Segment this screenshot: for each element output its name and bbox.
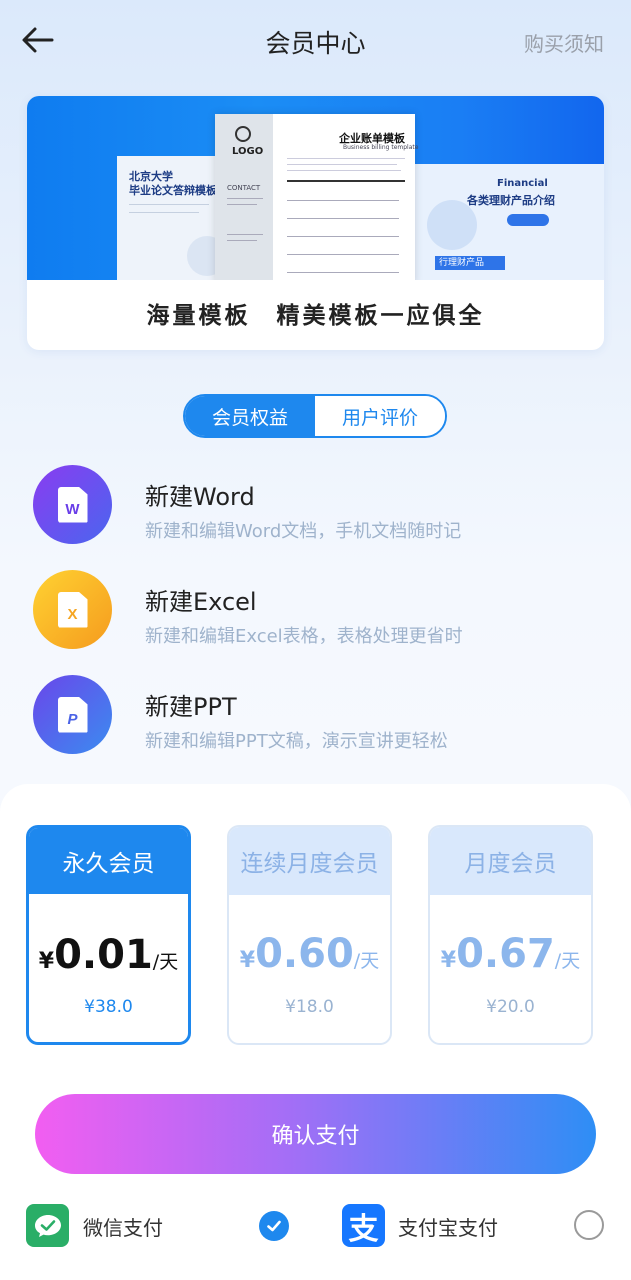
wechat-pay-icon <box>26 1204 69 1247</box>
thumb-text: Financial <box>497 178 548 189</box>
price-amount: 0.01 <box>54 932 153 978</box>
feature-description: 新建和编辑Word文档，手机文档随时记 <box>145 521 462 542</box>
feature-title: 新建Word <box>145 483 255 511</box>
feature-item-excel: X 新建Excel 新建和编辑Excel表格，表格处理更省时 <box>33 570 613 650</box>
plan-price: ¥0.67/天 <box>430 931 591 977</box>
thumb-text: CONTACT <box>227 184 261 192</box>
template-banner[interactable]: 北京大学 毕业论文答辩模板 Financial 各类理财产品介绍 行理财产品 L… <box>27 96 604 350</box>
price-amount: 0.60 <box>255 931 354 977</box>
word-doc-icon: W <box>33 465 112 544</box>
thumb-text: 各类理财产品介绍 <box>467 194 555 207</box>
word-glyph: W <box>57 486 88 523</box>
plan-card-auto-monthly[interactable]: 连续月度会员 ¥0.60/天 ¥18.0 <box>227 825 392 1045</box>
feature-title: 新建PPT <box>145 693 237 721</box>
ppt-glyph: P <box>57 696 88 733</box>
pricing-panel: 永久会员 ¥0.01/天 ¥38.0 连续月度会员 ¥0.60/天 ¥18.0 … <box>0 784 631 1280</box>
thumb-text: Business billing template <box>343 144 419 151</box>
top-bar: 会员中心 购买须知 <box>0 0 631 84</box>
price-unit: /天 <box>353 950 380 972</box>
price-unit: /天 <box>554 950 581 972</box>
feature-description: 新建和编辑Excel表格，表格处理更省时 <box>145 626 463 647</box>
payment-label: 支付宝支付 <box>398 1216 498 1240</box>
currency-symbol: ¥ <box>440 948 457 973</box>
ppt-doc-icon: P <box>33 675 112 754</box>
check-icon <box>267 1220 281 1232</box>
thumb-text: 行理财产品 <box>435 256 505 270</box>
plan-total: ¥38.0 <box>84 997 133 1017</box>
wechat-radio-checked[interactable] <box>259 1211 289 1241</box>
finance-template-thumbnail: Financial 各类理财产品介绍 行理财产品 <box>407 164 604 280</box>
currency-symbol: ¥ <box>239 948 256 973</box>
confirm-payment-button[interactable]: 确认支付 <box>35 1094 596 1174</box>
currency-symbol: ¥ <box>38 949 55 974</box>
banner-caption: 海量模板 精美模板一应俱全 <box>146 303 485 329</box>
banner-image: 北京大学 毕业论文答辩模板 Financial 各类理财产品介绍 行理财产品 L… <box>27 96 604 280</box>
feature-description: 新建和编辑PPT文稿，演示宣讲更轻松 <box>145 731 448 752</box>
plan-name: 月度会员 <box>430 827 591 895</box>
payment-option-wechat[interactable]: 微信支付 <box>26 1204 306 1264</box>
plan-name: 连续月度会员 <box>229 827 390 895</box>
alipay-icon: 支 <box>342 1204 385 1247</box>
plan-name: 永久会员 <box>29 828 188 894</box>
price-unit: /天 <box>152 951 179 973</box>
alipay-radio-unchecked[interactable] <box>574 1210 604 1240</box>
plan-total: ¥20.0 <box>486 997 535 1017</box>
feature-title: 新建Excel <box>145 588 257 616</box>
plan-card-lifetime[interactable]: 永久会员 ¥0.01/天 ¥38.0 <box>26 825 191 1045</box>
feature-item-ppt: P 新建PPT 新建和编辑PPT文稿，演示宣讲更轻松 <box>33 675 613 755</box>
plan-total: ¥18.0 <box>285 997 334 1017</box>
plan-price: ¥0.60/天 <box>229 931 390 977</box>
tab-user-reviews[interactable]: 用户评价 <box>315 396 445 436</box>
thumb-text: LOGO <box>232 146 264 157</box>
thumb-text: 毕业论文答辩模板 <box>129 184 217 197</box>
excel-doc-icon: X <box>33 570 112 649</box>
plan-card-monthly[interactable]: 月度会员 ¥0.67/天 ¥20.0 <box>428 825 593 1045</box>
payment-label: 微信支付 <box>83 1216 163 1240</box>
benefit-review-tabs: 会员权益 用户评价 <box>183 394 447 438</box>
thesis-template-thumbnail: 北京大学 毕业论文答辩模板 <box>117 156 227 280</box>
billing-template-thumbnail: LOGO CONTACT 企业账单模板 Business billing tem… <box>215 114 419 280</box>
price-amount: 0.67 <box>456 931 555 977</box>
excel-glyph: X <box>57 591 88 628</box>
tab-member-benefits[interactable]: 会员权益 <box>185 396 315 436</box>
plan-price: ¥0.01/天 <box>29 932 188 978</box>
feature-item-word: W 新建Word 新建和编辑Word文档，手机文档随时记 <box>33 465 613 545</box>
purchase-notice-link[interactable]: 购买须知 <box>524 28 604 57</box>
payment-option-alipay[interactable]: 支 支付宝支付 <box>342 1204 612 1264</box>
